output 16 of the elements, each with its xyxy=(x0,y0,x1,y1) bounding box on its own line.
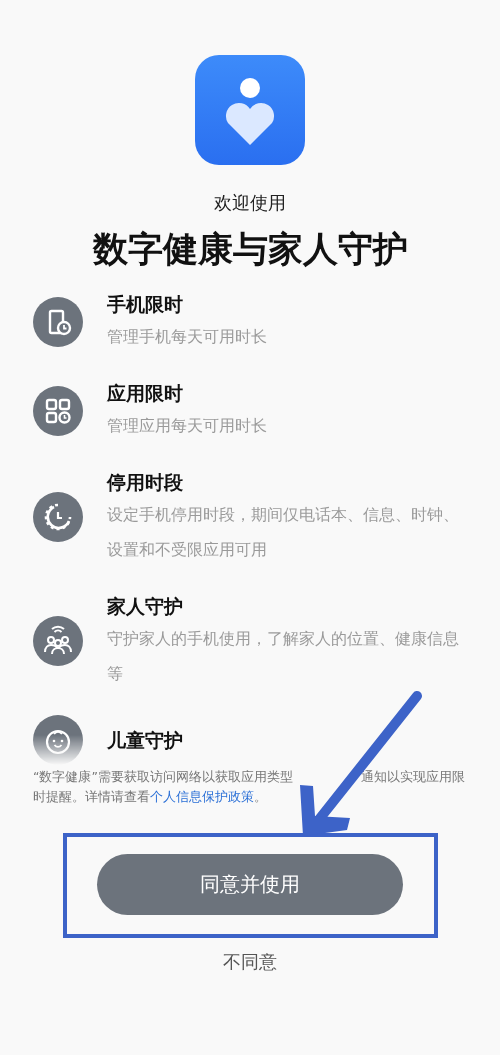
feature-description: 守护家人的手机使用，了解家人的位置、健康信息等 xyxy=(107,628,460,685)
feature-description: 管理手机每天可用时长 xyxy=(107,326,268,348)
privacy-policy-link[interactable]: 个人信息保护政策 xyxy=(150,789,254,804)
agree-button[interactable]: 同意并使用 xyxy=(97,854,403,915)
app-icon xyxy=(195,55,305,165)
app-title: 数字健康与家人守护 xyxy=(92,228,408,271)
feature-title: 儿童守护 xyxy=(107,728,184,753)
disagree-button[interactable]: 不同意 xyxy=(223,950,277,974)
welcome-text: 欢迎使用 xyxy=(214,191,286,215)
feature-title: 家人守护 xyxy=(107,594,184,619)
feature-description: 设定手机停用时段，期间仅电话本、信息、时钟、设置和不受限应用可用 xyxy=(107,504,460,561)
feature-title: 应用限时 xyxy=(107,381,184,406)
permission-notice: “数字健康”需要获取访问网络以获取应用类型 通知以实现应用限时提醒。详情请查看个人信息保护政策。 xyxy=(33,768,466,806)
feature-description: 管理应用每天可用时长 xyxy=(107,415,268,437)
feature-title: 手机限时 xyxy=(107,292,184,317)
feature-title: 停用时段 xyxy=(107,470,184,495)
